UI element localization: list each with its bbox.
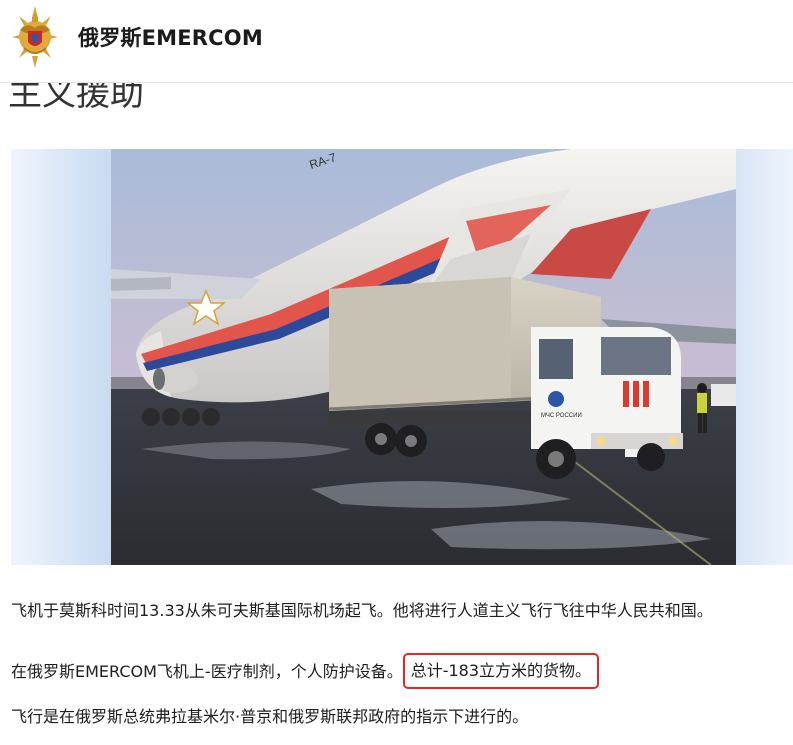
truck-door-text: МЧС РОССИИ [541, 413, 582, 419]
article-paragraph-3: 飞行是在俄罗斯总统弗拉基米尔·普京和俄罗斯联邦政府的指示下进行的。 [11, 707, 529, 726]
highlighted-cargo-volume: 总计-183立方米的货物。 [402, 653, 600, 689]
article-photo: RA-7 МЧС РОССИИ [11, 149, 793, 565]
paragraph-2-prefix: 在俄罗斯EMERCOM飞机上-医疗制剂，个人防护设备。 [11, 662, 403, 681]
site-header: 俄罗斯EMERCOM [0, 0, 793, 83]
page: 俄罗斯EMERCOM 主义援助 RA-7 МЧС РОССИИ 飞机于莫斯科时间… [0, 0, 793, 745]
article-paragraph-1: 飞机于莫斯科时间13.33从朱可夫斯基国际机场起飞。他将进行人道主义飞行飞往中华… [11, 601, 713, 620]
emercom-emblem-icon[interactable] [10, 4, 60, 70]
site-title[interactable]: 俄罗斯EMERCOM [78, 22, 263, 52]
article-paragraph-2: 在俄罗斯EMERCOM飞机上-医疗制剂，个人防护设备。 总计-183立方米的货物。 [11, 653, 600, 690]
